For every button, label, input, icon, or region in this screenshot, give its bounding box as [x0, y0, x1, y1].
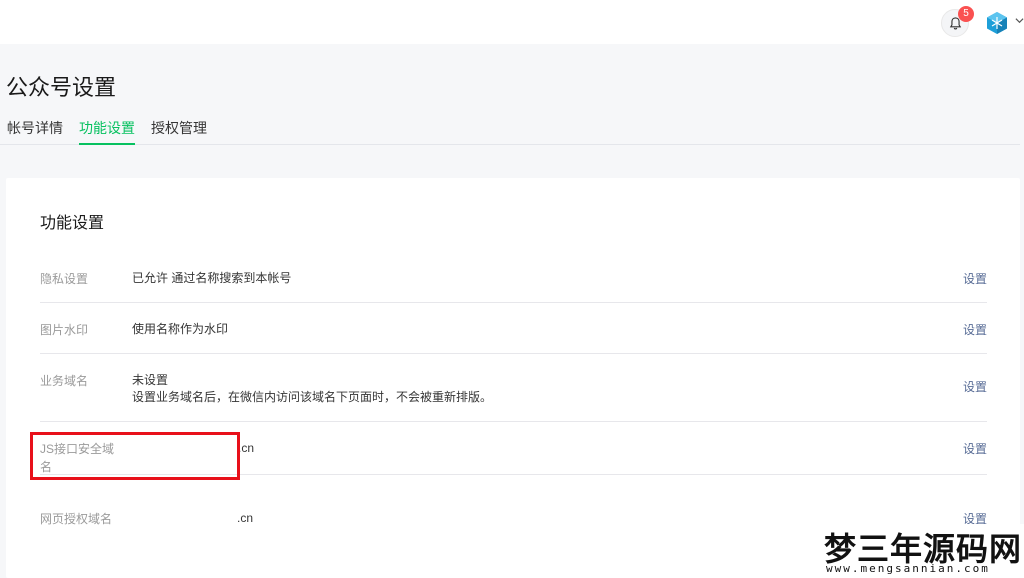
row-label: 图片水印 — [40, 323, 89, 337]
row-value: 未设置 设置业务域名后，在微信内访问该域名下页面时，不会被重新排版。 — [132, 372, 492, 406]
privacy-settings-link[interactable]: 设置 — [963, 270, 987, 287]
row-label: 隐私设置 — [40, 272, 89, 286]
watermark-settings-link[interactable]: 设置 — [963, 321, 987, 338]
row-value: 使用名称作为水印 — [132, 322, 229, 336]
tab-authorization[interactable]: 授权管理 — [151, 118, 207, 145]
business-domain-description: 设置业务域名后，在微信内访问该域名下页面时，不会被重新排版。 — [132, 390, 493, 404]
settings-row-watermark: 图片水印 使用名称作为水印 设置 — [40, 303, 987, 354]
row-value: 已允许 通过名称搜索到本帐号 — [132, 271, 292, 285]
watermark: 梦三年源码网 www.mengsannian.com — [820, 524, 1024, 578]
card-title: 功能设置 — [40, 215, 105, 232]
oauth-domain-value: .cn — [237, 511, 254, 525]
js-domain-settings-link[interactable]: 设置 — [963, 440, 987, 457]
page-title: 公众号设置 — [6, 75, 117, 100]
row-label: 网页授权域名 — [40, 512, 113, 526]
tab-account-details[interactable]: 帐号详情 — [7, 118, 63, 145]
highlight-box — [30, 432, 240, 480]
top-bar: 5 — [0, 0, 1024, 44]
business-domain-status: 未设置 — [132, 373, 169, 387]
chevron-down-icon[interactable] — [1015, 16, 1024, 25]
tab-feature-settings[interactable]: 功能设置 — [79, 118, 135, 145]
js-domain-value: .cn — [238, 441, 255, 455]
settings-card: 功能设置 隐私设置 已允许 通过名称搜索到本帐号 设置 图片水印 使用名称作为水… — [6, 178, 1020, 578]
cube-avatar-icon[interactable] — [985, 11, 1009, 35]
tab-bar: 帐号详情 功能设置 授权管理 — [0, 112, 1020, 145]
row-label: 业务域名 — [40, 374, 89, 388]
notification-badge: 5 — [958, 6, 974, 22]
settings-row-business-domain: 业务域名 未设置 设置业务域名后，在微信内访问该域名下页面时，不会被重新排版。 … — [40, 354, 987, 422]
settings-row-privacy: 隐私设置 已允许 通过名称搜索到本帐号 设置 — [40, 253, 987, 303]
watermark-url: www.mengsannian.com — [826, 562, 990, 575]
business-domain-settings-link[interactable]: 设置 — [963, 378, 987, 395]
